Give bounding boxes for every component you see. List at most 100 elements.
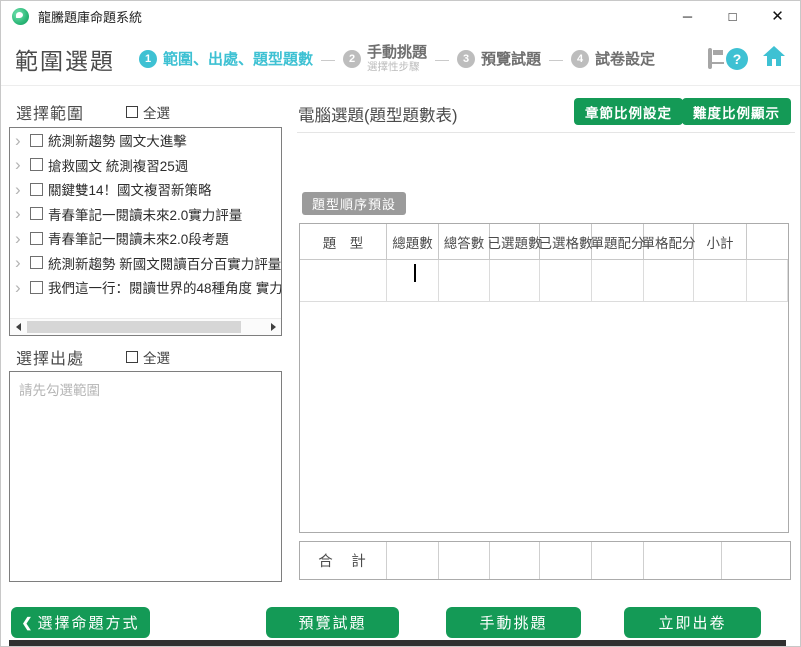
totals-row: 合 計: [299, 541, 791, 580]
text-cursor: [414, 264, 416, 282]
cell-selected-blanks[interactable]: [540, 260, 592, 301]
difficulty-ratio-button[interactable]: 難度比例顯示: [682, 98, 791, 125]
item-checkbox[interactable]: [30, 158, 43, 171]
step-1-label: 範圍、出處、題型題數: [163, 48, 313, 69]
step-3-preview[interactable]: 3 預覽試題: [457, 48, 541, 69]
generate-paper-button[interactable]: 立即出卷: [624, 607, 761, 638]
tree-item-label: 搶救國文 統測複習25週: [48, 155, 188, 175]
section-divider: [297, 132, 795, 133]
save-icon: [708, 48, 712, 69]
col-header-total-questions: 總題數: [387, 224, 439, 259]
col-header-type: 題 型: [300, 224, 387, 259]
tree-item[interactable]: › 青春筆記一閱讀未來2.0段考題: [10, 226, 281, 251]
totals-cell: [439, 542, 490, 579]
tree-item[interactable]: › 青春筆記一閱讀未來2.0實力評量: [10, 202, 281, 227]
range-select-all-label: 全選: [143, 102, 170, 122]
source-list-box: 請先勾選範圍: [9, 371, 282, 582]
expand-chevron-icon[interactable]: ›: [15, 279, 28, 296]
source-select-all[interactable]: 全選: [126, 347, 170, 367]
question-type-table: 題 型 總題數 總答數 已選題數 已選格數 單題配分 單格配分 小計: [299, 223, 789, 533]
col-header-points-per-question: 單題配分: [592, 224, 644, 259]
cell-total-questions[interactable]: [387, 260, 439, 301]
cell-total-answers[interactable]: [439, 260, 490, 301]
scroll-left-icon: [16, 323, 21, 331]
item-checkbox[interactable]: [30, 134, 43, 147]
totals-cell: [490, 542, 540, 579]
tree-item-label: 關鍵雙14！國文複習新策略: [48, 179, 212, 199]
step-4-paper-settings[interactable]: 4 試卷設定: [571, 48, 655, 69]
step-2-manual-pick[interactable]: 2 手動挑題 選擇性步驟: [343, 44, 427, 73]
manual-pick-button[interactable]: 手動挑題: [446, 607, 581, 638]
expand-chevron-icon[interactable]: ›: [15, 230, 28, 247]
tree-item[interactable]: › 我們這一行：閱讀世界的48種角度 實力評量: [10, 275, 281, 300]
table-row: [300, 260, 788, 302]
minimize-button[interactable]: ─: [665, 1, 710, 31]
col-header-points-per-blank: 單格配分: [644, 224, 694, 259]
totals-cell: [592, 542, 644, 579]
expand-chevron-icon[interactable]: ›: [15, 132, 28, 149]
range-tree-list: › 統測新趨勢 國文大進擊 › 搶救國文 統測複習25週 › 關鍵雙14！國文複…: [9, 127, 282, 336]
col-header-subtotal: 小計: [694, 224, 747, 259]
tree-item-label: 統測新趨勢 國文大進擊: [48, 130, 187, 150]
item-checkbox[interactable]: [30, 256, 43, 269]
item-checkbox[interactable]: [30, 232, 43, 245]
horizontal-scrollbar[interactable]: [10, 318, 281, 335]
step-separator: —: [435, 51, 449, 67]
expand-chevron-icon[interactable]: ›: [15, 205, 28, 222]
page-header: 範圍選題 1 範圍、出處、題型題數 — 2 手動挑題 選擇性步驟 — 3 預覽試…: [1, 32, 800, 86]
save-button[interactable]: [708, 50, 712, 68]
col-header-total-answers: 總答數: [439, 224, 490, 259]
tree-item[interactable]: › 統測新趨勢 新國文閱讀百分百實力評量: [10, 251, 281, 276]
back-chevron-icon: ❮: [22, 615, 33, 631]
home-button[interactable]: [762, 45, 786, 72]
step-separator: —: [321, 51, 335, 67]
totals-cell: [540, 542, 592, 579]
expand-chevron-icon[interactable]: ›: [15, 254, 28, 271]
scroll-left-button[interactable]: [10, 319, 26, 335]
cell-empty[interactable]: [747, 260, 788, 301]
item-checkbox[interactable]: [30, 281, 43, 294]
cell-selected-questions[interactable]: [490, 260, 540, 301]
back-button-label: 選擇命題方式: [37, 612, 139, 633]
app-window: 龍騰題庫命題系統 ─ □ ✕ 範圍選題 1 範圍、出處、題型題數 — 2 手動挑…: [0, 0, 801, 647]
col-header-selected-questions: 已選題數: [490, 224, 540, 259]
preview-questions-button[interactable]: 預覽試題: [266, 607, 399, 638]
step-2-badge: 2: [343, 50, 361, 68]
scroll-right-button[interactable]: [265, 319, 281, 335]
scrollbar-thumb[interactable]: [27, 321, 241, 333]
range-panel-title: 選擇範圍: [16, 100, 84, 124]
back-to-method-button[interactable]: ❮ 選擇命題方式: [11, 607, 150, 638]
cell-subtotal[interactable]: [694, 260, 747, 301]
cell-points-per-question[interactable]: [592, 260, 644, 301]
page-title: 範圍選題: [15, 42, 115, 76]
totals-cell: [387, 542, 439, 579]
maximize-button[interactable]: □: [710, 1, 755, 31]
source-select-all-checkbox[interactable]: [126, 351, 138, 363]
source-placeholder: 請先勾選範圍: [10, 372, 281, 406]
tree-item[interactable]: › 搶救國文 統測複習25週: [10, 153, 281, 178]
tree-item-label: 青春筆記一閱讀未來2.0實力評量: [48, 204, 242, 224]
item-checkbox[interactable]: [30, 183, 43, 196]
totals-cell: [722, 542, 790, 579]
help-button[interactable]: ?: [726, 48, 748, 70]
question-type-order-preset-button[interactable]: 題型順序預設: [302, 192, 406, 215]
range-select-all-checkbox[interactable]: [126, 106, 138, 118]
step-1-range[interactable]: 1 範圍、出處、題型題數: [139, 48, 313, 69]
range-panel-header: 選擇範圍 全選: [16, 100, 280, 124]
cell-points-per-blank[interactable]: [644, 260, 694, 301]
source-panel-title: 選擇出處: [16, 345, 84, 369]
expand-chevron-icon[interactable]: ›: [15, 156, 28, 173]
tree-item[interactable]: › 統測新趨勢 國文大進擊: [10, 128, 281, 153]
tree-item[interactable]: › 關鍵雙14！國文複習新策略: [10, 177, 281, 202]
totals-label: 合 計: [300, 542, 387, 579]
cell-type[interactable]: [300, 260, 387, 301]
chapter-ratio-button[interactable]: 章節比例設定: [574, 98, 683, 125]
close-button[interactable]: ✕: [755, 1, 800, 31]
scroll-right-icon: [271, 323, 276, 331]
main-section-title: 電腦選題(題型題數表): [298, 102, 458, 126]
titlebar: 龍騰題庫命題系統 ─ □ ✕: [1, 1, 800, 31]
item-checkbox[interactable]: [30, 207, 43, 220]
range-select-all[interactable]: 全選: [126, 102, 170, 122]
expand-chevron-icon[interactable]: ›: [15, 181, 28, 198]
header-icons: ?: [708, 45, 786, 72]
